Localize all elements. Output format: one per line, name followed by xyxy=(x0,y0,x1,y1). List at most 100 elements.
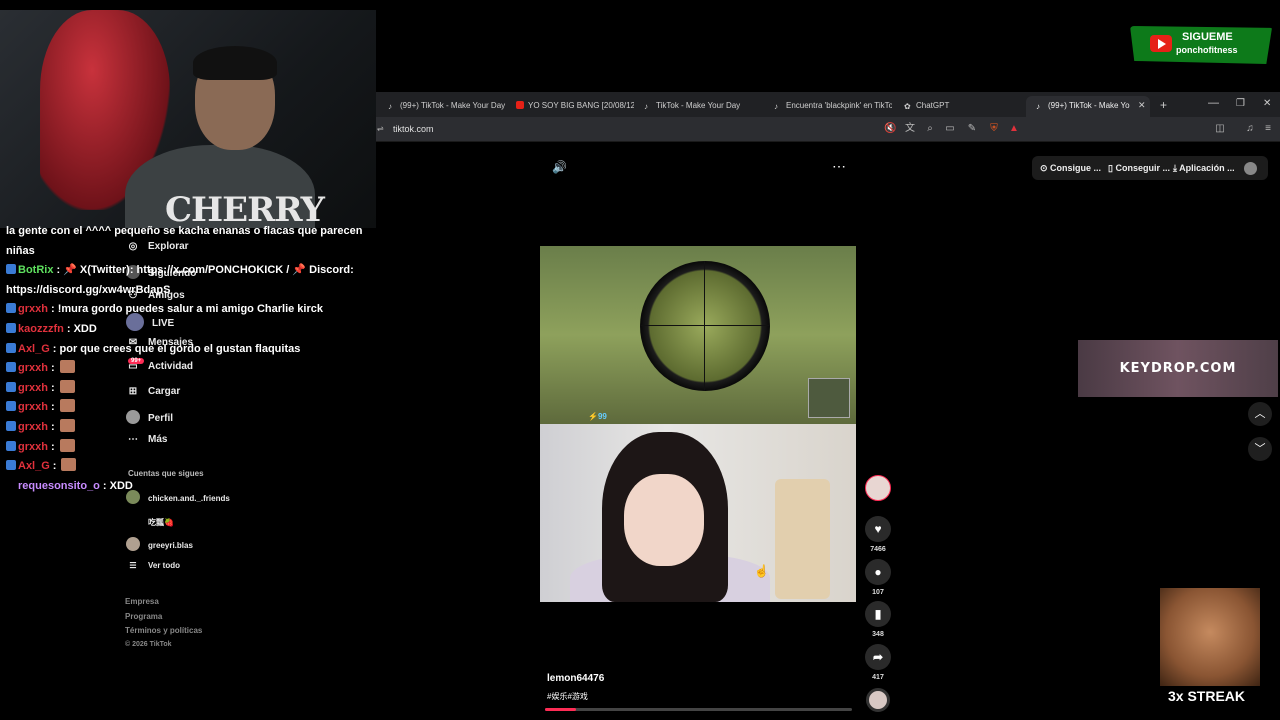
sidebar-icon[interactable]: ◫ xyxy=(1214,123,1226,135)
comment-action[interactable]: ● 107 xyxy=(865,559,891,596)
stream-chat: la gente con el ^^^^ pequeño se kacha en… xyxy=(0,222,362,497)
chat-username[interactable]: Axl_G xyxy=(18,343,50,355)
address-bar: ⇌ tiktok.com 🔇 文 ⌕ ▭ ✎ ⛨ ▲ ◫ ♫ ≡ xyxy=(376,117,1280,142)
video-tags[interactable]: #娱乐#游戏 xyxy=(547,691,588,702)
new-tab-icon[interactable]: + xyxy=(1160,98,1167,112)
streamer-cam xyxy=(540,424,856,602)
heart-icon: ♥ xyxy=(865,516,891,542)
chat-text: : !mura gordo puedes salur a mi amigo Ch… xyxy=(50,303,323,316)
chat-message: https://discord.gg/xw4wrBdapS xyxy=(0,281,330,301)
tab-tiktok-search[interactable]: ♪ Encuentra 'blackpink' en TikTok xyxy=(764,96,892,117)
chat-username[interactable]: kaozzzfn xyxy=(18,323,64,335)
music-disc[interactable] xyxy=(866,688,890,712)
get-coins-button[interactable]: ⊙ Consigue ... xyxy=(1040,163,1101,174)
tiktok-icon: ♪ xyxy=(774,102,778,111)
footer-link[interactable]: Empresa xyxy=(125,597,159,606)
chat-username[interactable]: requesonsito_o xyxy=(18,480,100,492)
chat-text: : xyxy=(50,362,55,375)
chat-text: : xyxy=(50,420,55,433)
sigueme-title: SIGUEME xyxy=(1182,31,1233,43)
restore-icon[interactable]: ❐ xyxy=(1236,98,1245,109)
chat-message: niñas xyxy=(0,242,330,262)
user-badge-icon xyxy=(6,420,16,431)
user-badge-icon xyxy=(6,264,16,275)
chat-text: : por que crees que el gordo el gustan f… xyxy=(52,342,301,355)
chat-message: Axl_G: xyxy=(0,457,330,477)
following-account[interactable]: 吃瓢🍓 xyxy=(126,514,174,528)
chat-message: grxxh: xyxy=(0,379,330,399)
user-badge-icon xyxy=(6,303,16,314)
volume-icon[interactable]: 🔊 xyxy=(552,160,567,174)
video-progress-track[interactable] xyxy=(545,708,852,711)
chat-message: grxxh: !mura gordo puedes salur a mi ami… xyxy=(0,300,330,320)
footer-link[interactable]: Programa xyxy=(125,612,162,621)
chat-username[interactable]: grxxh xyxy=(18,382,48,394)
tab-tiktok-2[interactable]: ♪ TikTok - Make Your Day xyxy=(634,96,762,117)
tab-tiktok-active[interactable]: ♪ (99+) TikTok - Make Yo xyxy=(1026,96,1150,117)
chat-message: kaozzzfn: XDD xyxy=(0,320,330,340)
chat-username[interactable]: grxxh xyxy=(18,421,48,433)
next-video-button[interactable]: ﹀ xyxy=(1248,437,1272,461)
user-badge-icon xyxy=(6,480,16,490)
screen-icon[interactable]: ▭ xyxy=(944,123,956,135)
save-action[interactable]: ▮ 348 xyxy=(865,601,891,638)
emote-icon xyxy=(59,379,75,393)
emote-icon xyxy=(61,458,77,472)
following-account[interactable]: greeyri.blas xyxy=(126,537,193,551)
brave-shield-icon[interactable]: ⛨ xyxy=(988,123,1000,135)
rewards-icon[interactable]: ▲ xyxy=(1008,123,1020,135)
footer-link[interactable]: Términos y políticas xyxy=(125,626,202,635)
sniper-scope xyxy=(640,261,770,391)
chat-text: : xyxy=(50,440,55,453)
close-tab-icon[interactable]: ✕ xyxy=(1138,100,1146,111)
streak-label: 3x STREAK xyxy=(1168,688,1246,704)
chat-text: : XDD xyxy=(66,322,97,335)
video-player[interactable]: ⚡99 xyxy=(540,246,856,602)
more-options-icon[interactable]: ⋯ xyxy=(832,158,846,175)
share-icon: ➦ xyxy=(865,644,891,670)
share-action[interactable]: ➦ 417 xyxy=(865,644,891,681)
user-badge-icon xyxy=(6,381,16,392)
menu-icon[interactable]: ≡ xyxy=(1262,123,1274,135)
chat-username[interactable]: BotRix xyxy=(18,264,53,276)
see-all-link[interactable]: ☰ Ver todo xyxy=(126,561,180,570)
chat-text: : xyxy=(50,381,55,394)
chat-username[interactable]: grxxh xyxy=(18,441,48,453)
previous-video-button[interactable]: ︿ xyxy=(1248,402,1272,426)
mute-icon[interactable]: 🔇 xyxy=(884,123,896,135)
chat-username[interactable]: grxxh xyxy=(18,401,48,413)
media-icon[interactable]: ♫ xyxy=(1244,123,1256,135)
user-badge-icon xyxy=(6,460,16,471)
get-app-button[interactable]: ▯ Conseguir ... xyxy=(1108,163,1170,174)
bookmark-icon: ▮ xyxy=(865,601,891,627)
download-app-button[interactable]: ⤓ Aplicación ... xyxy=(1173,163,1235,174)
cat-tower xyxy=(775,479,830,599)
streamer: CHERRY xyxy=(125,46,325,228)
profile-avatar[interactable] xyxy=(1244,162,1257,175)
zoom-icon[interactable]: ⌕ xyxy=(924,123,936,135)
close-window-icon[interactable]: ✕ xyxy=(1263,98,1271,109)
user-badge-icon xyxy=(6,322,16,333)
emote-icon xyxy=(59,360,75,374)
chat-text: : XDD xyxy=(102,479,133,492)
chat-message: requesonsito_o: XDD xyxy=(0,477,330,497)
user-badge-icon xyxy=(6,342,16,353)
tab-tiktok-1[interactable]: ♪ (99+) TikTok - Make Your Day xyxy=(378,96,506,117)
edit-icon[interactable]: ✎ xyxy=(966,123,978,135)
chat-username[interactable]: Axl_G xyxy=(18,460,50,472)
user-badge-icon xyxy=(6,440,16,451)
chat-username[interactable]: grxxh xyxy=(18,303,48,315)
tab-youtube[interactable]: YO SOY BIG BANG [20/08/12] xyxy=(506,96,634,117)
creator-avatar[interactable] xyxy=(865,475,891,501)
cursor-icon: ☝ xyxy=(754,564,769,578)
minimize-icon[interactable]: — xyxy=(1208,97,1219,109)
chat-text: https://discord.gg/xw4wrBdapS xyxy=(6,283,171,296)
tab-chatgpt[interactable]: ✿ ChatGPT xyxy=(894,96,1022,117)
url-field[interactable]: tiktok.com xyxy=(393,124,434,134)
site-info-icon[interactable]: ⇌ xyxy=(377,124,384,133)
emote-icon xyxy=(59,418,75,432)
translate-icon[interactable]: 文 xyxy=(904,123,916,135)
video-author[interactable]: lemon64476 xyxy=(547,673,604,684)
chat-username[interactable]: grxxh xyxy=(18,362,48,374)
like-action[interactable]: ♥ 7466 xyxy=(865,516,891,553)
